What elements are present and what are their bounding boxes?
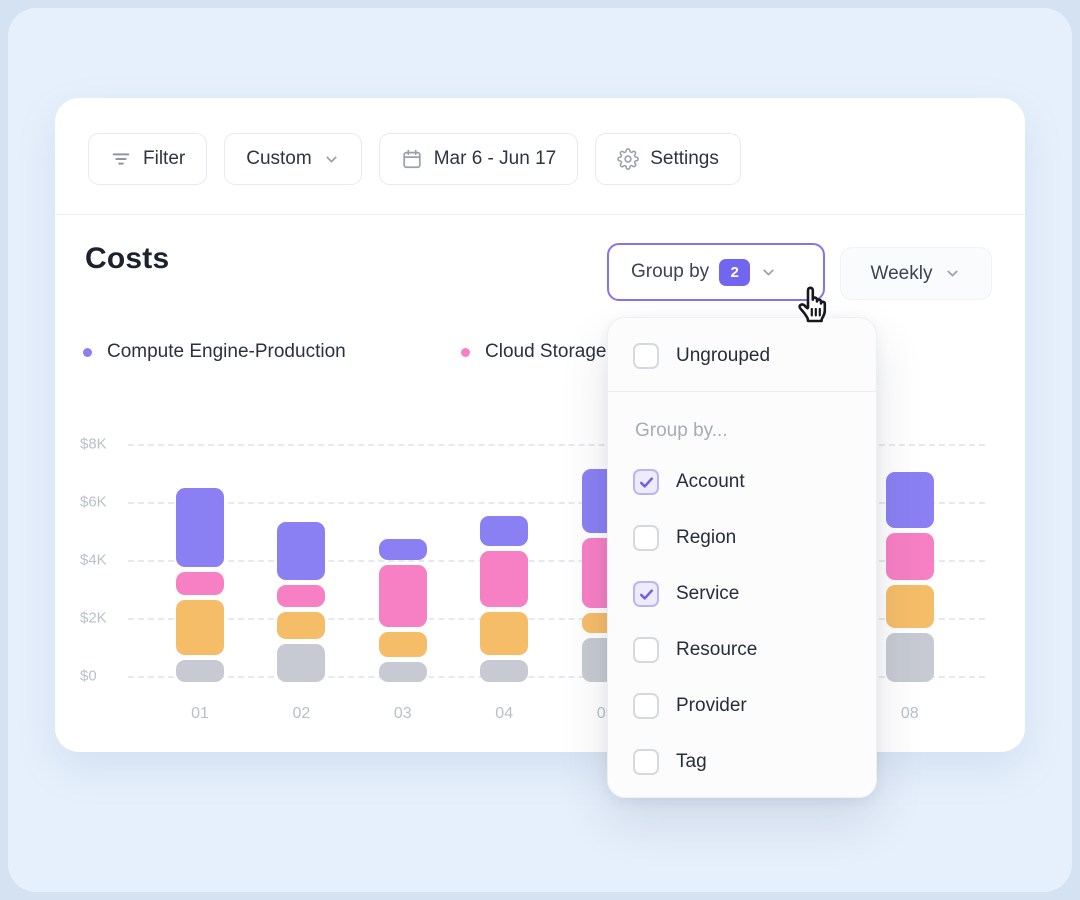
checkbox-provider[interactable] (633, 693, 659, 719)
bar-segment[interactable] (176, 488, 224, 566)
checkbox-resource[interactable] (633, 637, 659, 663)
bar-segment[interactable] (480, 516, 528, 547)
bar-segment[interactable] (886, 633, 934, 682)
menu-item-resource[interactable]: Resource (633, 636, 757, 664)
cursor-pointer-icon (792, 276, 838, 331)
menu-item-account[interactable]: Account (633, 468, 745, 496)
bar-segment[interactable] (277, 612, 325, 640)
checkbox-tag[interactable] (633, 749, 659, 775)
check-icon (638, 474, 655, 491)
menu-item-provider[interactable]: Provider (633, 692, 747, 720)
group-by-menu: Ungrouped Group by... Account Region Servi… (607, 317, 877, 798)
x-axis-tick: 04 (495, 705, 513, 723)
bar-segment[interactable] (480, 660, 528, 682)
costs-card: FilterCustomMar 6 - Jun 17Settings Costs… (55, 98, 1025, 752)
check-icon (638, 586, 655, 603)
screenshot-canvas: FilterCustomMar 6 - Jun 17Settings Costs… (0, 0, 1080, 900)
bar-segment[interactable] (176, 660, 224, 682)
menu-item-label: Ungrouped (676, 345, 770, 367)
bar-segment[interactable] (277, 585, 325, 607)
checkbox-account[interactable] (633, 469, 659, 495)
x-axis-tick: 02 (292, 705, 310, 723)
checkbox-service[interactable] (633, 581, 659, 607)
menu-divider (608, 391, 876, 392)
menu-item-ungrouped[interactable]: Ungrouped (633, 342, 770, 370)
bar-segment[interactable] (379, 565, 427, 627)
y-axis-tick: $2K (80, 609, 120, 626)
bar-segment[interactable] (277, 644, 325, 682)
bar-segment[interactable] (379, 539, 427, 559)
menu-section-label: Group by... (635, 420, 728, 442)
menu-item-label: Resource (676, 639, 757, 661)
y-axis-tick: $8K (80, 435, 120, 452)
y-axis-tick: $4K (80, 551, 120, 568)
menu-item-label: Region (676, 527, 736, 549)
menu-item-label: Service (676, 583, 739, 605)
bar-segment[interactable] (176, 572, 224, 595)
x-axis-tick: 03 (394, 705, 412, 723)
menu-item-label: Provider (676, 695, 747, 717)
bar-segment[interactable] (886, 533, 934, 581)
x-axis-tick: 08 (901, 705, 919, 723)
checkbox-region[interactable] (633, 525, 659, 551)
bar-segment[interactable] (176, 600, 224, 655)
bar-segment[interactable] (480, 612, 528, 656)
x-axis-tick: 01 (191, 705, 209, 723)
checkbox-ungrouped[interactable] (633, 343, 659, 369)
y-axis-tick: $6K (80, 493, 120, 510)
menu-item-tag[interactable]: Tag (633, 748, 707, 776)
bar-segment[interactable] (886, 472, 934, 527)
menu-item-service[interactable]: Service (633, 580, 739, 608)
bar-segment[interactable] (480, 551, 528, 606)
cost-chart: $0$2K$4K$6K$8K0102030405060708 (55, 98, 1025, 752)
y-axis-tick: $0 (80, 668, 120, 685)
bar-segment[interactable] (379, 662, 427, 682)
menu-item-region[interactable]: Region (633, 524, 736, 552)
bar-segment[interactable] (379, 632, 427, 657)
bar-segment[interactable] (886, 585, 934, 627)
menu-item-label: Tag (676, 751, 707, 773)
bar-segment[interactable] (277, 522, 325, 580)
menu-item-label: Account (676, 471, 745, 493)
